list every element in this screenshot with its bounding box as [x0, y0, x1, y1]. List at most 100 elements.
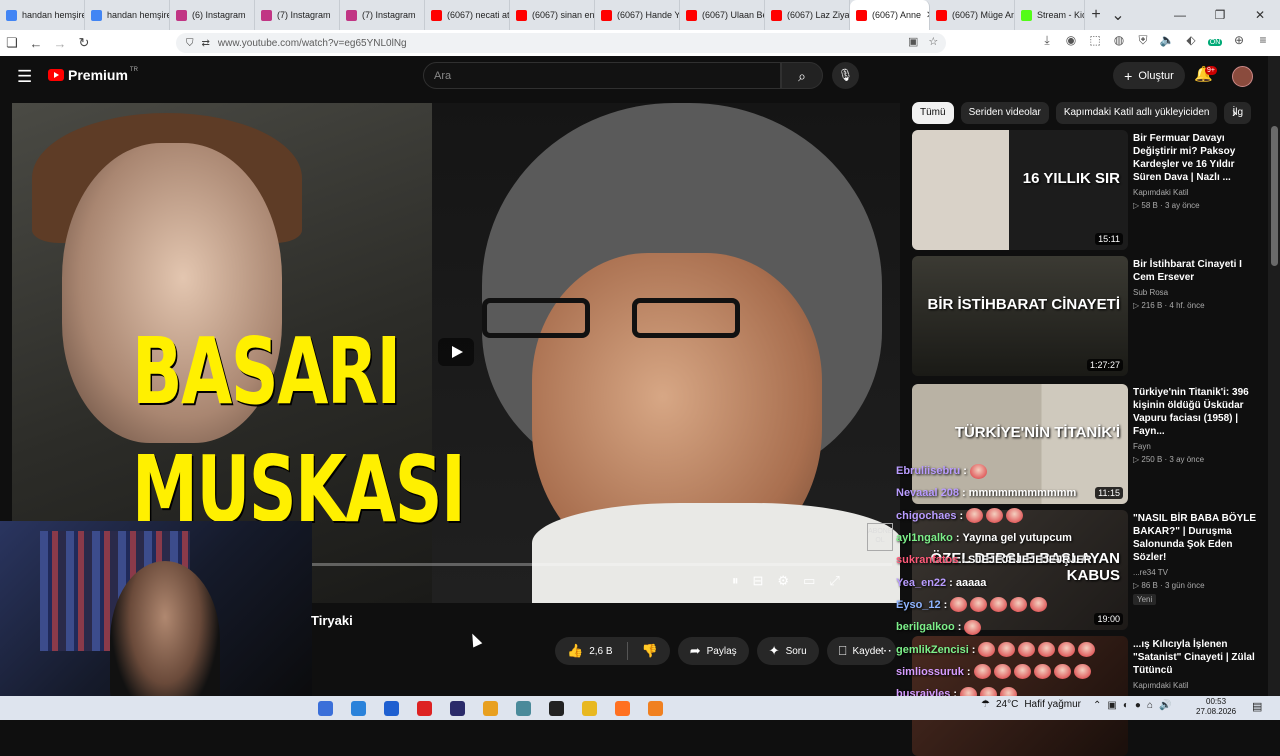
tray-discord-icon[interactable]: ◐: [1123, 700, 1129, 711]
store-icon[interactable]: [384, 700, 399, 716]
browser-tab[interactable]: (7) Instagram: [255, 0, 340, 30]
pause-icon[interactable]: ⏸: [732, 573, 739, 589]
chat-username[interactable]: simliossuruk: [896, 666, 964, 678]
tray-app-icon[interactable]: ▣: [1107, 700, 1116, 711]
chat-username[interactable]: sukranfatos: [896, 554, 958, 566]
start-icon[interactable]: [318, 700, 333, 716]
browser-tab[interactable]: (6067) Müge An: [930, 0, 1015, 30]
bookmark-star-icon[interactable]: ☆: [928, 35, 938, 48]
back-arrow-icon[interactable]: ←: [24, 36, 48, 51]
chat-username[interactable]: Eyso_12: [896, 599, 941, 611]
forward-arrow-icon[interactable]: →: [48, 36, 72, 51]
recommended-title[interactable]: Bir Fermuar Davayı Değiştirir mi? Paksoy…: [1133, 132, 1261, 184]
chat-username[interactable]: Ebruliisebru: [896, 465, 960, 477]
search-button[interactable]: ⌕: [781, 62, 823, 89]
subtitles-icon[interactable]: ⊟: [753, 573, 764, 589]
channel-name[interactable]: ...re34 TV: [1133, 568, 1261, 577]
tray-mic-icon[interactable]: ●: [1135, 700, 1141, 711]
filter-chip[interactable]: Seriden videolar: [960, 102, 1049, 124]
settings-gear-icon[interactable]: ⚙: [777, 573, 789, 589]
taskbar-clock[interactable]: 00:53 27.08.2026: [1196, 697, 1236, 717]
chat-username[interactable]: Yea_en22: [896, 577, 946, 589]
browser-tab[interactable]: (6067) Ulaan Be: [680, 0, 765, 30]
avatar[interactable]: [1232, 66, 1253, 87]
browser-tab[interactable]: Stream - Kick D: [1015, 0, 1085, 30]
recommended-title[interactable]: "NASIL BİR BABA BÖYLE BAKAR?" | Duruşma …: [1133, 512, 1261, 564]
menu-icon[interactable]: ≡: [1254, 33, 1272, 48]
more-actions-icon[interactable]: ⋯: [878, 642, 892, 659]
hamburger-menu-icon[interactable]: ☰: [17, 67, 32, 87]
close-window-icon[interactable]: ✕: [1240, 8, 1280, 22]
chrome-icon[interactable]: [483, 700, 498, 716]
browser-tab[interactable]: (6067) Anne✕: [850, 0, 930, 30]
browser-tab[interactable]: (6067) necati at: [425, 0, 510, 30]
video-thumbnail[interactable]: BİR İSTİHBARAT CİNAYETİ 1:27:27: [912, 256, 1128, 376]
chat-username[interactable]: ayl1ngalko: [896, 532, 953, 544]
shield-extension-icon[interactable]: ⛨: [1134, 33, 1152, 48]
youtube-premium-logo[interactable]: Premium TR: [48, 67, 138, 83]
tab-list-chevron-icon[interactable]: ⌄: [1107, 5, 1129, 25]
permissions-icon[interactable]: ⇄: [202, 38, 210, 49]
weather-widget[interactable]: ☂ 24°C Hafif yağmur: [981, 699, 1081, 710]
browser-tab[interactable]: (6067) Hande Ye: [595, 0, 680, 30]
subscribe-watermark[interactable]: ABONE OL: [867, 523, 893, 551]
progress-bar[interactable]: [312, 563, 892, 566]
create-button[interactable]: + Oluştur: [1113, 62, 1185, 89]
reader-view-icon[interactable]: ▣: [908, 35, 918, 48]
new-tab-button[interactable]: +: [1085, 6, 1107, 24]
maximize-icon[interactable]: ❐: [1200, 8, 1240, 22]
browser-tab[interactable]: handan hemşire: [0, 0, 85, 30]
on-extension-icon[interactable]: ON: [1206, 33, 1224, 48]
share-button[interactable]: ➦ Paylaş: [677, 637, 749, 665]
recommended-video[interactable]: 16 YILLIK SIR 15:11 Bir Fermuar Davayı Değ…: [912, 130, 1262, 250]
channel-name[interactable]: Kapımdaki Katil: [1133, 188, 1261, 197]
sidebar-toggle-icon[interactable]: ❏: [0, 35, 24, 51]
fullscreen-icon[interactable]: ⤢: [829, 573, 839, 589]
url-field[interactable]: ⛉ ⇄ www.youtube.com/watch?v=eg65YNL0lNg: [176, 33, 946, 53]
url-text[interactable]: www.youtube.com/watch?v=eg65YNL0lNg: [218, 38, 407, 49]
voice-search-button[interactable]: 🎙: [832, 62, 859, 89]
search-input[interactable]: Ara: [423, 62, 781, 89]
filter-chip[interactable]: Tümü: [912, 102, 954, 124]
recommended-video[interactable]: BİR İSTİHBARAT CİNAYETİ 1:27:27 Bir İstihb…: [912, 256, 1262, 376]
firefox-icon[interactable]: [615, 700, 630, 716]
account-icon[interactable]: ◉: [1062, 33, 1080, 48]
firefox-extension-icon[interactable]: ⬖: [1182, 33, 1200, 48]
edge-icon[interactable]: [351, 700, 366, 716]
download-icon[interactable]: ⤓: [1038, 33, 1056, 48]
filter-chip[interactable]: Kapımdaki Katil adlı yükleyiciden: [1055, 102, 1218, 124]
chat-username[interactable]: Nevaaal 208: [896, 487, 959, 499]
like-button[interactable]: 👍 2,6 B 👎: [555, 637, 670, 665]
play-button[interactable]: [438, 338, 474, 366]
channel-name[interactable]: Sub Rosa: [1133, 288, 1261, 297]
mute-icon[interactable]: 🔈: [1158, 33, 1176, 48]
thumbs-down-icon[interactable]: 👎: [642, 643, 658, 659]
tray-network-icon[interactable]: ⌂: [1147, 700, 1153, 711]
scrollbar-thumb[interactable]: [1271, 126, 1278, 266]
video-thumbnail[interactable]: 16 YILLIK SIR 15:11: [912, 130, 1128, 250]
chip-next-chevron-icon[interactable]: ›: [1232, 104, 1237, 120]
ask-button[interactable]: ✦ Soru: [756, 637, 819, 665]
reload-icon[interactable]: ↻: [72, 35, 96, 51]
vpn-icon[interactable]: ◍: [1110, 33, 1128, 48]
extensions-icon[interactable]: ⬚: [1086, 33, 1104, 48]
browser-tab[interactable]: (6) Instagram: [170, 0, 255, 30]
opera-icon[interactable]: [417, 700, 432, 716]
notification-center-icon[interactable]: ▤: [1252, 700, 1262, 713]
recommended-title[interactable]: Bir İstihbarat Cinayeti I Cem Ersever: [1133, 258, 1261, 284]
browser-tab[interactable]: (7) Instagram: [340, 0, 425, 30]
chat-username[interactable]: berilgalkoo: [896, 621, 955, 633]
filter-chip[interactable]: İlg: [1224, 102, 1252, 124]
page-scrollbar[interactable]: [1268, 56, 1280, 696]
obs-icon[interactable]: [549, 700, 564, 716]
tray-volume-icon[interactable]: 🔊: [1159, 700, 1171, 711]
steam-icon[interactable]: [516, 700, 531, 716]
minimize-icon[interactable]: —: [1160, 8, 1200, 22]
browser-tab[interactable]: (6067) Laz Ziya,: [765, 0, 850, 30]
channel-name[interactable]: Fayn: [1133, 442, 1261, 451]
recommended-title[interactable]: ...ış Kılıcıyla İşlenen "Satanist" Cinay…: [1133, 638, 1261, 677]
browser-tab[interactable]: handan hemşire: [85, 0, 170, 30]
recommended-title[interactable]: Türkiye'nin Titanik'i: 396 kişinin öldüğ…: [1133, 386, 1261, 438]
globe-icon[interactable]: ⊕: [1230, 33, 1248, 48]
tray-chevron-icon[interactable]: ⌃: [1093, 700, 1101, 711]
